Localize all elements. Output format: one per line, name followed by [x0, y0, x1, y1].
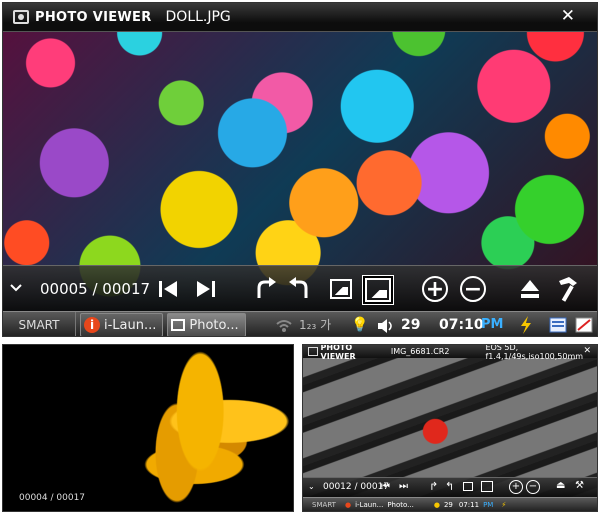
volume-level: 29	[443, 501, 453, 509]
hammer-icon[interactable]	[555, 275, 581, 303]
keyboard-icon[interactable]	[549, 317, 567, 333]
chevron-down-icon[interactable]: ⌄	[308, 482, 315, 491]
screen-preview-keyboard: PHOTO VIEWER IMG_6681.CR2 EOS 5D, f1.4,1…	[302, 344, 598, 512]
picture-fit-icon[interactable]	[463, 482, 473, 491]
speaker-icon[interactable]	[377, 318, 395, 334]
file-name: DOLL.JPG	[165, 9, 231, 25]
clock-time: 07:10	[439, 317, 484, 333]
control-bar: ⌄ 00012 / 00017 ⏮ ⏭ ↱ ↰ + − ⏏ ⚒	[303, 477, 597, 498]
zoom-in-icon[interactable]: +	[509, 480, 523, 494]
title-bar: PHOTO VIEWER DOLL.JPG ✕	[3, 3, 597, 32]
screen-preview-lily: 00004 / 00017	[2, 344, 294, 512]
exif-info: EOS 5D, f1.4,1/49s,iso100,50mm	[485, 344, 584, 361]
zoom-out-icon[interactable]: −	[460, 276, 486, 302]
skip-next-icon[interactable]: ⏭	[399, 481, 408, 492]
input-mode[interactable]: 1₂₃ 가	[299, 312, 331, 336]
wifi-icon	[276, 320, 292, 332]
chevron-down-icon[interactable]	[10, 283, 22, 293]
taskbar-app-launcher[interactable]: i i-Laun...	[80, 313, 164, 336]
rotate-left-icon[interactable]: ↰	[445, 480, 454, 493]
lightning-icon[interactable]: ⚡	[501, 501, 506, 509]
lightning-icon[interactable]	[519, 316, 533, 334]
camera-icon	[13, 10, 29, 24]
main-screen: PHOTO VIEWER DOLL.JPG ✕ 00005 / 00017 + …	[2, 2, 598, 337]
rotate-right-icon[interactable]: ↱	[429, 480, 438, 493]
photo-icon	[171, 319, 186, 331]
bulb-icon[interactable]: ●	[434, 501, 440, 509]
rotate-left-icon[interactable]	[288, 276, 312, 302]
taskbar-app-label[interactable]: i-Laun...	[355, 501, 383, 509]
picture-fit-icon[interactable]	[330, 279, 352, 299]
skip-previous-icon[interactable]: ⏮	[381, 481, 390, 492]
skip-previous-icon[interactable]	[157, 278, 179, 300]
bulb-icon[interactable]: 💡	[351, 312, 368, 336]
picture-full-icon[interactable]	[481, 481, 493, 492]
taskbar-app-label[interactable]: Photo...	[387, 501, 414, 509]
rotate-right-icon[interactable]	[253, 276, 277, 302]
image-counter: 00005 / 00017	[40, 280, 151, 298]
taskbar: SMART i i-Laun... Photo... 1₂₃ 가 💡 29 07…	[3, 311, 597, 336]
skip-next-icon[interactable]	[195, 278, 217, 300]
zoom-in-icon[interactable]: +	[422, 276, 448, 302]
picture-full-icon[interactable]	[365, 278, 391, 302]
edit-icon[interactable]	[575, 317, 593, 333]
app-title: PHOTO VIEWER	[35, 9, 152, 25]
clock-time: 07:11	[458, 501, 480, 509]
control-bar: 00005 / 00017 + −	[3, 265, 597, 312]
launcher-icon: ●	[345, 501, 352, 509]
close-icon[interactable]: ✕	[561, 6, 575, 26]
start-button[interactable]: SMART	[307, 501, 341, 509]
camera-icon	[308, 347, 318, 356]
taskbar-app-label: i-Laun...	[104, 317, 157, 333]
launcher-icon: i	[84, 317, 100, 333]
clock-ampm: PM	[481, 317, 504, 332]
app-title: PHOTO VIEWER	[320, 344, 356, 361]
clock-ampm: PM	[483, 501, 494, 509]
image-counter: 00012 / 00017	[323, 482, 390, 492]
eject-icon[interactable]	[520, 278, 540, 300]
photo-lily	[3, 345, 293, 511]
taskbar: SMART ● i-Laun... Photo... ● 29 07:11 PM…	[303, 497, 597, 511]
eject-icon[interactable]: ⏏	[556, 480, 565, 491]
file-name: IMG_6681.CR2	[390, 347, 450, 356]
zoom-out-icon[interactable]: −	[526, 480, 540, 494]
taskbar-app-photo[interactable]: Photo...	[167, 313, 246, 336]
hammer-icon[interactable]: ⚒	[575, 480, 584, 491]
title-bar: PHOTO VIEWER IMG_6681.CR2 EOS 5D, f1.4,1…	[303, 344, 597, 361]
image-counter: 00004 / 00017	[19, 493, 86, 503]
close-icon[interactable]: ✕	[583, 346, 591, 356]
taskbar-app-label: Photo...	[189, 317, 239, 333]
start-button[interactable]: SMART	[3, 312, 76, 336]
volume-level: 29	[401, 317, 421, 333]
